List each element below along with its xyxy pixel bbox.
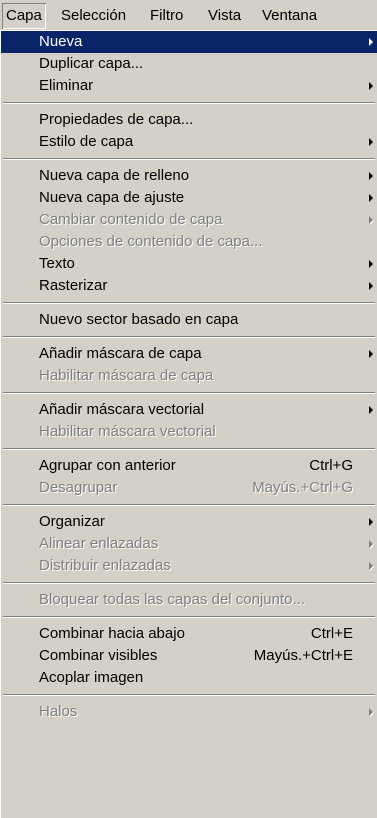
submenu-arrow-icon: [369, 216, 373, 224]
submenu-arrow-icon: [369, 38, 373, 46]
menu-item-estilo-de-capa[interactable]: Estilo de capa: [1, 131, 377, 153]
menu-item-habilitar-mascara-de-capa: Habilitar máscara de capa: [1, 365, 377, 387]
menu-item-shortcut: Mayús.+Ctrl+E: [253, 647, 353, 664]
menu-item-nueva-capa-de-relleno[interactable]: Nueva capa de relleno: [1, 165, 377, 187]
menu-item-label: Desagrupar: [39, 479, 118, 496]
menu-item-nueva[interactable]: Nueva: [1, 31, 377, 53]
menu-bar: Capa Selección Filtro Vista Ventana: [0, 0, 377, 31]
menu-item-anadir-mascara-vectorial[interactable]: Añadir máscara vectorial: [1, 399, 377, 421]
submenu-arrow-icon: [369, 406, 373, 414]
menu-filtro[interactable]: Filtro: [150, 6, 183, 26]
menu-capa[interactable]: Capa: [2, 3, 46, 29]
menu-separator: [1, 153, 377, 165]
submenu-arrow-icon: [369, 350, 373, 358]
menu-item-label: Nuevo sector basado en capa: [39, 311, 239, 328]
submenu-arrow-icon: [369, 172, 373, 180]
submenu-arrow-icon: [369, 194, 373, 202]
menu-item-alinear-enlazadas: Alinear enlazadas: [1, 533, 377, 555]
menu-item-halos: Halos: [1, 701, 377, 723]
menu-item-label: Nueva: [39, 33, 83, 50]
menu-item-combinar-hacia-abajo[interactable]: Combinar hacia abajo Ctrl+E: [1, 623, 377, 645]
menu-item-label: Organizar: [39, 513, 105, 530]
menu-item-label: Nueva capa de ajuste: [39, 189, 185, 206]
menu-separator: [1, 387, 377, 399]
menu-item-opciones-de-contenido-de-capa: Opciones de contenido de capa...: [1, 231, 377, 253]
menu-item-shortcut: Ctrl+G: [309, 457, 353, 474]
submenu-arrow-icon: [369, 708, 373, 716]
menu-item-label: Texto: [39, 255, 75, 272]
menu-separator: [1, 443, 377, 455]
menu-item-acoplar-imagen[interactable]: Acoplar imagen: [1, 667, 377, 689]
menu-item-label: Opciones de contenido de capa...: [39, 233, 263, 250]
submenu-arrow-icon: [369, 518, 373, 526]
menu-item-nuevo-sector-basado-en-capa[interactable]: Nuevo sector basado en capa: [1, 309, 377, 331]
capa-dropdown-menu: Nueva Duplicar capa... Eliminar Propiedades…: [0, 31, 377, 818]
submenu-arrow-icon: [369, 562, 373, 570]
submenu-arrow-icon: [369, 138, 373, 146]
menu-item-label: Habilitar máscara de capa: [39, 367, 214, 384]
menu-item-label: Habilitar máscara vectorial: [39, 423, 216, 440]
menu-item-distribuir-enlazadas: Distribuir enlazadas: [1, 555, 377, 577]
menu-item-label: Acoplar imagen: [39, 669, 144, 686]
menu-item-label: Combinar visibles: [39, 647, 158, 664]
menu-separator: [1, 331, 377, 343]
menu-item-label: Rasterizar: [39, 277, 108, 294]
menu-item-nueva-capa-de-ajuste[interactable]: Nueva capa de ajuste: [1, 187, 377, 209]
menu-item-label: Alinear enlazadas: [39, 535, 159, 552]
menu-separator: [1, 689, 377, 701]
menu-item-desagrupar: Desagrupar Mayús.+Ctrl+G: [1, 477, 377, 499]
menu-item-label: Bloquear todas las capas del conjunto...: [39, 591, 306, 608]
menu-seleccion[interactable]: Selección: [61, 6, 126, 26]
menu-item-shortcut: Ctrl+E: [310, 625, 353, 642]
submenu-arrow-icon: [369, 82, 373, 90]
menu-separator: [1, 611, 377, 623]
menu-separator: [1, 97, 377, 109]
menu-ventana[interactable]: Ventana: [262, 6, 317, 26]
menu-item-anadir-mascara-de-capa[interactable]: Añadir máscara de capa: [1, 343, 377, 365]
menu-item-label: Añadir máscara vectorial: [39, 401, 205, 418]
menu-item-label: Combinar hacia abajo: [39, 625, 185, 642]
menu-item-organizar[interactable]: Organizar: [1, 511, 377, 533]
menu-item-combinar-visibles[interactable]: Combinar visibles Mayús.+Ctrl+E: [1, 645, 377, 667]
menu-item-agrupar-con-anterior[interactable]: Agrupar con anterior Ctrl+G: [1, 455, 377, 477]
menu-item-label: Duplicar capa...: [39, 55, 144, 72]
menu-item-label: Nueva capa de relleno: [39, 167, 190, 184]
menu-item-label: Propiedades de capa...: [39, 111, 194, 128]
menu-item-duplicar-capa[interactable]: Duplicar capa...: [1, 53, 377, 75]
submenu-arrow-icon: [369, 260, 373, 268]
submenu-arrow-icon: [369, 282, 373, 290]
menu-item-list: Nueva Duplicar capa... Eliminar Propiedades…: [1, 31, 377, 723]
menu-item-shortcut: Mayús.+Ctrl+G: [252, 479, 353, 496]
menu-item-propiedades-de-capa[interactable]: Propiedades de capa...: [1, 109, 377, 131]
menu-item-label: Distribuir enlazadas: [39, 557, 171, 574]
menu-separator: [1, 499, 377, 511]
menu-item-label: Estilo de capa: [39, 133, 134, 150]
menu-item-label: Halos: [39, 703, 78, 720]
menu-item-label: Añadir máscara de capa: [39, 345, 202, 362]
menu-item-cambiar-contenido-de-capa: Cambiar contenido de capa: [1, 209, 377, 231]
menu-item-rasterizar[interactable]: Rasterizar: [1, 275, 377, 297]
menu-item-bloquear-todas-las-capas-del-conjunto: Bloquear todas las capas del conjunto...: [1, 589, 377, 611]
menu-item-habilitar-mascara-vectorial: Habilitar máscara vectorial: [1, 421, 377, 443]
menu-separator: [1, 297, 377, 309]
menu-separator: [1, 577, 377, 589]
submenu-arrow-icon: [369, 540, 373, 548]
menu-item-label: Cambiar contenido de capa: [39, 211, 223, 228]
menu-vista[interactable]: Vista: [208, 6, 241, 26]
menu-item-label: Agrupar con anterior: [39, 457, 176, 474]
menu-item-eliminar[interactable]: Eliminar: [1, 75, 377, 97]
menu-item-label: Eliminar: [39, 77, 94, 94]
menu-item-texto[interactable]: Texto: [1, 253, 377, 275]
